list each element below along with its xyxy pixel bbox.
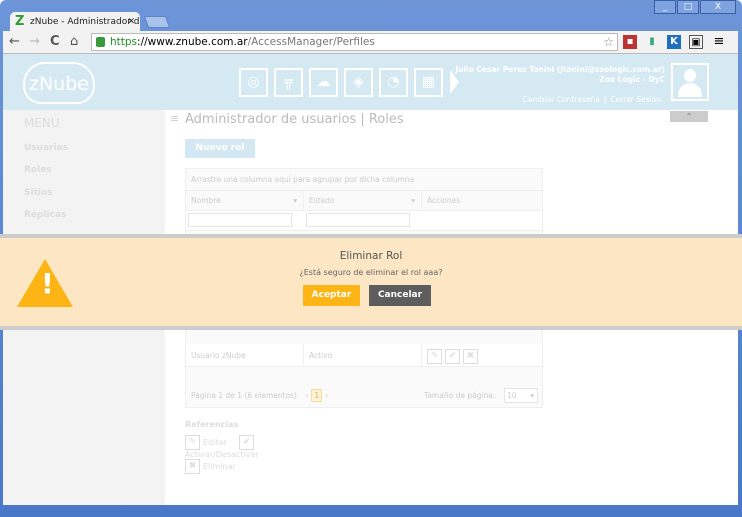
- sidebar-item-sitios[interactable]: Sitios: [24, 188, 53, 198]
- nombre-filter-input[interactable]: [188, 213, 292, 227]
- browser-tab[interactable]: Z zNube - Administrador de usuarios ✕: [10, 12, 140, 32]
- extension-icon[interactable]: ▪: [623, 35, 637, 49]
- app-header: zNube ◎ ╦ ☁ ◈ ◔ ▦ Julio Cesar Perez Toni…: [3, 54, 738, 110]
- column-headers: Nombre ▾ Estado ▾ Acciones: [186, 191, 542, 211]
- dialog-message: ¿Está seguro de eliminar el rol aaa?: [299, 268, 443, 277]
- avatar[interactable]: [671, 63, 709, 101]
- znube-logo[interactable]: zNube: [23, 62, 95, 104]
- logout-link[interactable]: Cerrar Sesión: [606, 95, 665, 104]
- edit-icon: ✎: [185, 435, 200, 450]
- extension-k-icon[interactable]: K: [667, 35, 681, 49]
- page-title: Administrador de usuarios | Roles: [185, 112, 404, 127]
- edit-icon[interactable]: ✎: [427, 348, 442, 364]
- app-launcher: ◎ ╦ ☁ ◈ ◔ ▦: [239, 68, 443, 97]
- dialog-title: Eliminar Rol: [339, 250, 403, 262]
- delete-icon: ✖: [185, 459, 200, 474]
- filter-icon: ▾: [411, 196, 415, 205]
- maximize-button[interactable]: □: [677, 0, 699, 14]
- new-tab-button[interactable]: [143, 16, 171, 28]
- extension-icon[interactable]: ▣: [689, 35, 703, 49]
- users-circle-icon[interactable]: ◎: [239, 68, 268, 97]
- activate-icon: ✔: [239, 435, 255, 450]
- reload-icon[interactable]: C: [50, 34, 60, 49]
- gift-icon[interactable]: ▦: [414, 68, 443, 97]
- change-password-link[interactable]: Cambiar Contraseña: [519, 95, 604, 104]
- estado-filter-input[interactable]: [306, 213, 410, 227]
- address-bar[interactable]: https://www.znube.com.ar/AccessManager/P…: [91, 33, 618, 51]
- window-controls: _ □ X: [654, 0, 736, 14]
- cube-icon[interactable]: ◈: [344, 68, 373, 97]
- sidebar-item-replicas[interactable]: Réplicas: [24, 210, 66, 220]
- table-row: Usuario zNube Activo ✎ ✔ ✖: [186, 344, 542, 367]
- bookmark-star-icon[interactable]: ☆: [603, 34, 614, 50]
- lock-icon: [96, 37, 105, 47]
- clock-icon[interactable]: ◔: [379, 68, 408, 97]
- references-legend: Referencias ✎ Editar ✔Activar/Desactivar …: [185, 420, 269, 474]
- chevron-down-icon: ▾: [530, 391, 534, 400]
- cloud-gear-icon[interactable]: ☁: [309, 68, 338, 97]
- column-header-nombre[interactable]: Nombre ▾: [186, 191, 304, 210]
- forward-icon[interactable]: →: [29, 34, 40, 49]
- warning-icon: !: [17, 259, 73, 307]
- menu-icon[interactable]: ≡: [712, 35, 726, 49]
- cancel-button[interactable]: Cancelar: [369, 285, 431, 306]
- group-panel: Arrastre una columna aquí para agrupar p…: [186, 169, 542, 191]
- znube-favicon-icon: Z: [15, 14, 25, 29]
- column-header-acciones: Acciones: [427, 196, 461, 205]
- filter-icon: ▾: [293, 196, 297, 205]
- browser-toolbar: ← → C ⌂ https://www.znube.com.ar/AccessM…: [3, 31, 738, 54]
- grid-pager: Página 1 de 1 (6 elementos) ‹ 1 › Tamaño d…: [186, 383, 542, 408]
- close-tab-icon[interactable]: ✕: [127, 12, 135, 32]
- activate-icon[interactable]: ✔: [445, 348, 460, 364]
- new-role-button[interactable]: Nuevo rol: [185, 139, 255, 158]
- tree-icon[interactable]: ╦: [274, 68, 303, 97]
- extension-icon[interactable]: ▮: [645, 35, 659, 49]
- sidebar-item-usuarios[interactable]: Usuarios: [24, 143, 68, 153]
- next-page-icon[interactable]: ›: [325, 391, 328, 400]
- filter-row: [186, 211, 542, 231]
- minimize-button[interactable]: _: [654, 0, 676, 14]
- collapse-header-button[interactable]: ⌃: [670, 111, 708, 122]
- column-header-estado[interactable]: Estado ▾: [304, 191, 422, 210]
- back-icon[interactable]: ←: [9, 34, 20, 49]
- close-window-button[interactable]: X: [700, 0, 736, 14]
- hamburger-icon[interactable]: ≡: [170, 112, 179, 125]
- page-size-select[interactable]: 10 ▾: [504, 388, 538, 403]
- delete-icon[interactable]: ✖: [463, 348, 478, 364]
- delete-role-dialog: ! Eliminar Rol ¿Está seguro de eliminar …: [0, 234, 742, 330]
- home-icon[interactable]: ⌂: [70, 34, 78, 49]
- sidebar-item-roles[interactable]: Roles: [24, 165, 52, 175]
- menu-title: MENÚ: [24, 116, 60, 130]
- accept-button[interactable]: Aceptar: [303, 285, 360, 306]
- page-1-button[interactable]: 1: [311, 389, 323, 402]
- user-info: Julio Cesar Perez Tonini (jtonini@zoolog…: [455, 65, 665, 104]
- prev-page-icon[interactable]: ‹: [305, 391, 308, 400]
